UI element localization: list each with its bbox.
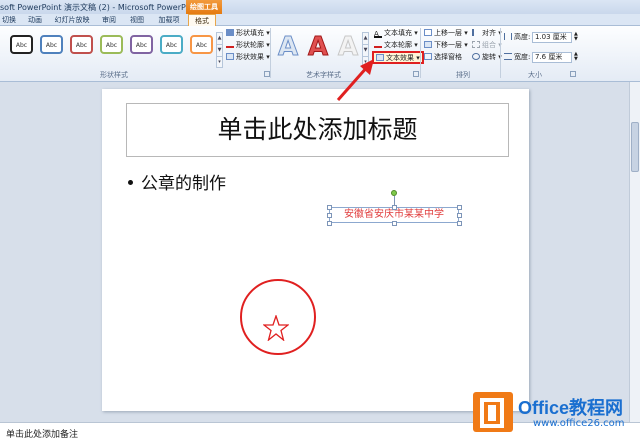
shape-style-label: Abc <box>15 42 28 49</box>
group-separator <box>270 28 271 78</box>
title-bar: soft PowerPoint 演示文稿 (2) - Microsoft Pow… <box>0 0 640 14</box>
notes-placeholder: 单击此处添加备注 <box>6 430 79 440</box>
width-spinner[interactable]: ▲ ▼ <box>574 52 578 63</box>
height-field[interactable]: 1.03 厘米 <box>532 32 572 43</box>
watermark-brand: Office教程网 <box>518 398 624 418</box>
bullet-dot <box>128 180 133 185</box>
resize-handle[interactable] <box>327 213 332 218</box>
group-separator <box>500 28 501 78</box>
more-icon[interactable]: ▾ <box>217 57 222 69</box>
effects-icon <box>226 53 234 60</box>
tab-view[interactable]: 视图 <box>128 14 146 26</box>
send-backward-button[interactable]: 下移一层 ▾ <box>424 40 468 51</box>
title-placeholder[interactable]: 单击此处添加标题 <box>126 103 509 157</box>
shape-style-7[interactable]: Abc <box>190 35 213 54</box>
resize-handle[interactable] <box>327 205 332 210</box>
shape-styles-gallery-scroll[interactable]: ▲ ▼ ▾ <box>216 32 223 68</box>
shape-style-5[interactable]: Abc <box>130 35 153 54</box>
selection-pane-icon <box>424 53 432 60</box>
send-backward-icon <box>424 41 432 48</box>
scrollbar-thumb[interactable] <box>631 122 639 172</box>
shape-style-2[interactable]: Abc <box>40 35 63 54</box>
watermark-url: www.office26.com <box>533 418 625 429</box>
ribbon: Abc Abc Abc Abc Abc Abc Abc ▲ ▼ ▾ 形状填充 ▾… <box>0 26 640 82</box>
height-icon <box>504 33 512 40</box>
group-separator <box>420 28 421 78</box>
tab-slideshow[interactable]: 幻灯片放映 <box>54 14 90 26</box>
tab-transitions[interactable]: 切换 <box>0 14 18 26</box>
shape-effects-button[interactable]: 形状效果 ▾ <box>226 52 270 63</box>
shape-style-6[interactable]: Abc <box>160 35 183 54</box>
wordart-style-2[interactable]: A <box>307 32 328 63</box>
shape-style-3[interactable]: Abc <box>70 35 93 54</box>
shape-style-label: Abc <box>165 42 178 49</box>
office-logo-icon <box>473 392 513 432</box>
text-outline-icon <box>374 41 382 48</box>
text-outline-button[interactable]: 文本轮廓 ▾ <box>374 40 418 51</box>
shape-fill-button[interactable]: 形状填充 ▾ <box>226 28 270 39</box>
shape-style-label: Abc <box>75 42 88 49</box>
shape-style-1[interactable]: Abc <box>10 35 33 54</box>
width-icon <box>504 53 512 60</box>
bring-forward-button[interactable]: 上移一层 ▾ <box>424 28 468 39</box>
resize-handle[interactable] <box>392 205 397 210</box>
context-tab-drawing-tools: 绘图工具 <box>186 0 222 14</box>
scroll-down-icon[interactable]: ▼ <box>217 45 222 57</box>
shape-outline-button[interactable]: 形状轮廓 ▾ <box>226 40 270 51</box>
height-spinner[interactable]: ▲ ▼ <box>574 32 578 43</box>
watermark-logo: Office教程网 www.office26.com <box>473 392 633 438</box>
tab-animations[interactable]: 动画 <box>26 14 44 26</box>
width-label: 宽度: <box>504 52 530 63</box>
wordart-style-1[interactable]: A <box>277 32 298 63</box>
ribbon-tabs: 切换 动画 幻灯片放映 审阅 视图 加载项 格式 <box>0 14 640 27</box>
bullet-text: 公章的制作 <box>141 174 226 194</box>
tab-addins[interactable]: 加载项 <box>156 14 182 26</box>
resize-handle[interactable] <box>327 221 332 226</box>
bullet-item[interactable]: 公章的制作 <box>128 169 226 194</box>
group-label-size: 大小 <box>528 71 542 79</box>
window-title: soft PowerPoint 演示文稿 (2) - Microsoft Pow… <box>0 3 201 12</box>
shape-style-label: Abc <box>195 42 208 49</box>
bring-forward-icon <box>424 29 432 36</box>
rotate-icon <box>472 53 480 60</box>
slide-canvas[interactable]: 单击此处添加标题 公章的制作 安徽省安庆市某某中学 <box>102 89 529 411</box>
resize-handle[interactable] <box>392 221 397 226</box>
dialog-launcher-icon[interactable] <box>413 71 419 77</box>
resize-handle[interactable] <box>457 205 462 210</box>
tab-review[interactable]: 审阅 <box>100 14 118 26</box>
align-icon <box>472 29 480 36</box>
star-icon[interactable] <box>263 315 289 341</box>
paint-bucket-icon <box>226 29 234 36</box>
align-button[interactable]: 对齐 ▾ <box>472 28 502 39</box>
dialog-launcher-icon[interactable] <box>570 71 576 77</box>
group-label-arrange: 排列 <box>456 71 470 79</box>
group-button[interactable]: 组合 ▾ <box>472 40 502 51</box>
office-door-icon <box>480 398 504 428</box>
rotate-button[interactable]: 旋转 ▾ <box>472 52 502 63</box>
vertical-scrollbar[interactable] <box>629 82 640 422</box>
scroll-up-icon[interactable]: ▲ <box>363 33 368 45</box>
group-label-shape-styles: 形状样式 <box>100 71 128 79</box>
width-field[interactable]: 7.6 厘米 <box>532 52 572 63</box>
selection-pane-button[interactable]: 选择窗格 <box>424 52 462 63</box>
shape-style-label: Abc <box>135 42 148 49</box>
resize-handle[interactable] <box>457 213 462 218</box>
shape-style-label: Abc <box>45 42 58 49</box>
text-fill-icon: A <box>374 31 382 38</box>
red-arrow-icon <box>336 59 374 101</box>
height-label: 高度: <box>504 32 530 43</box>
group-icon <box>472 41 480 48</box>
resize-handle[interactable] <box>457 221 462 226</box>
pencil-icon <box>226 41 234 48</box>
shape-style-4[interactable]: Abc <box>100 35 123 54</box>
scroll-up-icon[interactable]: ▲ <box>217 33 222 45</box>
shape-style-label: Abc <box>105 42 118 49</box>
text-fill-button[interactable]: A 文本填充 ▾ <box>374 28 418 39</box>
